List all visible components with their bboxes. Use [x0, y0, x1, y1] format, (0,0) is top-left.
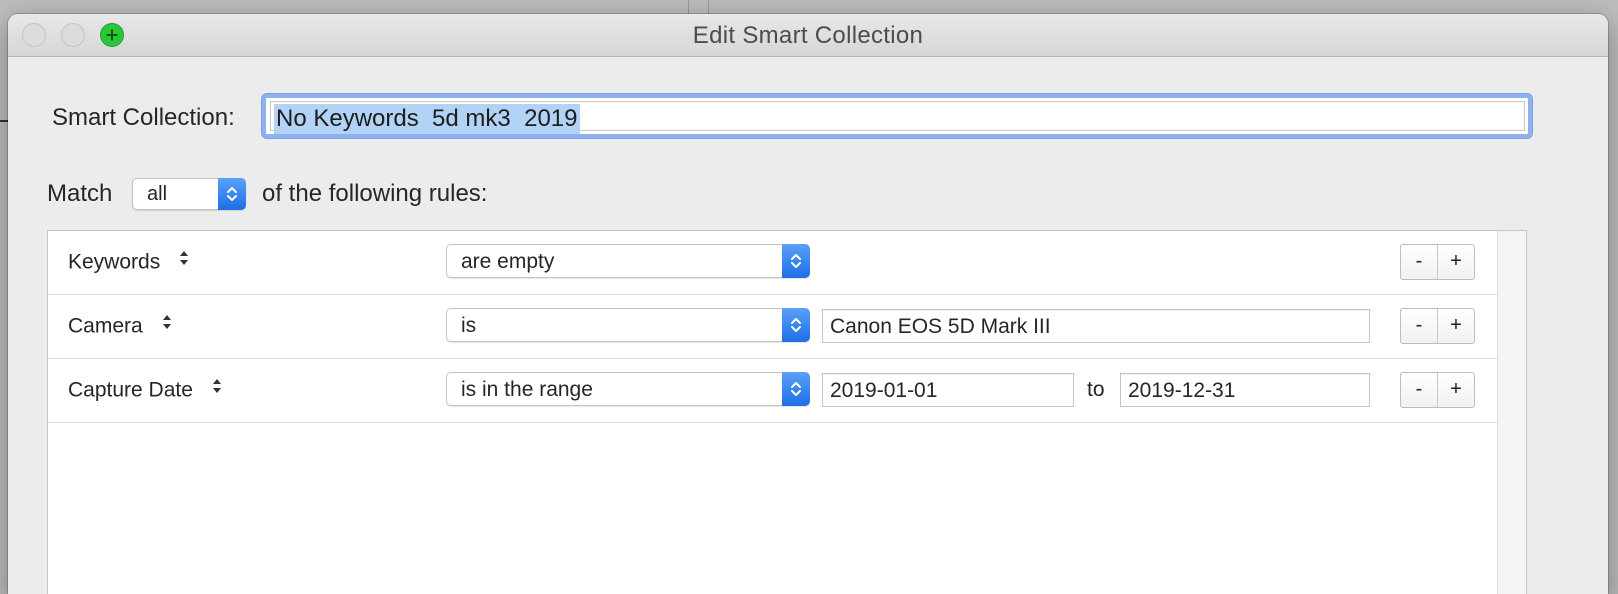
rule-field-select-capture-date[interactable]: Capture Date [68, 378, 223, 404]
rule-add-remove-buttons: - + [1400, 308, 1475, 344]
match-mode-stepper[interactable] [218, 178, 246, 210]
rules-scroll-track[interactable] [1497, 231, 1526, 594]
camera-value: Canon EOS 5D Mark III [830, 315, 1051, 338]
chevron-up-down-icon [791, 254, 801, 268]
rule-operator-stepper[interactable] [782, 308, 810, 342]
rule-field-select-camera[interactable]: Camera [68, 314, 173, 340]
up-down-arrows-icon [178, 248, 190, 274]
add-rule-button[interactable]: + [1438, 373, 1474, 407]
add-rule-button[interactable]: + [1438, 245, 1474, 279]
remove-rule-button[interactable]: - [1401, 373, 1438, 407]
up-down-arrows-icon [161, 312, 173, 338]
title-bar[interactable]: Edit Smart Collection [8, 14, 1608, 57]
rule-add-remove-buttons: - + [1400, 372, 1475, 408]
match-mode-select[interactable]: all [132, 178, 246, 210]
rule-field-label: Capture Date [68, 378, 193, 402]
add-rule-button[interactable]: + [1438, 309, 1474, 343]
chevron-up-down-icon [227, 187, 237, 201]
window-title: Edit Smart Collection [692, 22, 924, 49]
collection-name-label: Smart Collection: [52, 104, 235, 131]
rule-field-label: Keywords [68, 250, 161, 274]
rule-operator-stepper[interactable] [782, 244, 810, 278]
match-suffix-label: of the following rules: [262, 180, 488, 207]
date-to-field[interactable]: 2019-12-31 [1120, 373, 1370, 407]
remove-rule-button[interactable]: - [1401, 245, 1438, 279]
remove-rule-button[interactable]: - [1401, 309, 1438, 343]
rule-field-select-keywords[interactable]: Keywords [68, 250, 190, 276]
rule-operator-value: is [461, 314, 477, 337]
rule-operator-value: is in the range [461, 378, 593, 401]
collection-name-value: No Keywords 5d mk3 2019 [274, 104, 580, 134]
rule-row-camera: Camera is Canon EOS 5D Mark III - + [48, 295, 1498, 359]
rule-operator-value: are empty [461, 250, 555, 273]
date-from-value: 2019-01-01 [830, 379, 938, 402]
rule-field-label: Camera [68, 314, 143, 338]
rule-add-remove-buttons: - + [1400, 244, 1475, 280]
rule-row-keywords: Keywords are empty - + [48, 231, 1498, 295]
match-mode-value: all [147, 183, 168, 205]
chevron-up-down-icon [791, 318, 801, 332]
chevron-up-down-icon [791, 382, 801, 396]
rule-operator-stepper[interactable] [782, 372, 810, 406]
date-to-value: 2019-12-31 [1128, 379, 1236, 402]
rule-operator-select[interactable]: is in the range [446, 372, 810, 406]
rules-list: Keywords are empty - + Camera is Canon E… [47, 230, 1527, 594]
match-label: Match [47, 180, 113, 207]
rule-row-capture-date: Capture Date is in the range 2019-01-01 … [48, 359, 1498, 423]
collection-name-field[interactable]: No Keywords 5d mk3 2019 [262, 94, 1532, 138]
up-down-arrows-icon [211, 376, 223, 402]
camera-value-field[interactable]: Canon EOS 5D Mark III [822, 309, 1370, 343]
edit-smart-collection-dialog: Edit Smart Collection Smart Collection: … [8, 14, 1608, 594]
range-separator-label: to [1087, 378, 1105, 401]
date-from-field[interactable]: 2019-01-01 [822, 373, 1074, 407]
rule-operator-select[interactable]: are empty [446, 244, 810, 278]
rule-operator-select[interactable]: is [446, 308, 810, 342]
